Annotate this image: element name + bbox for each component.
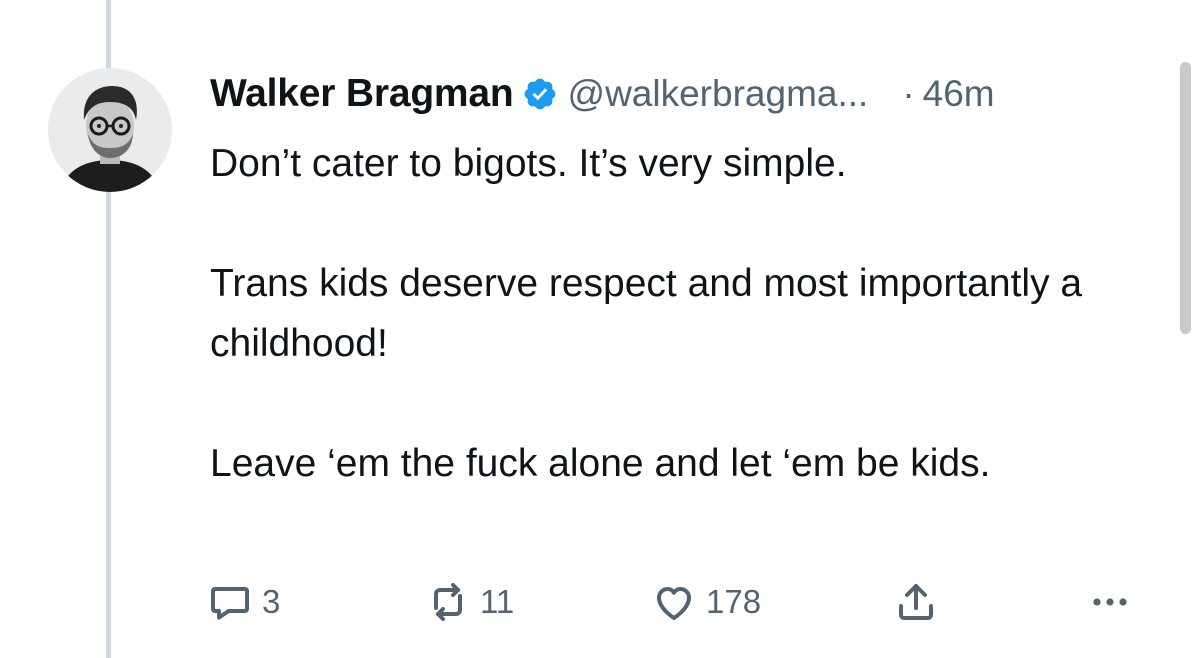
tweet-page: Walker Bragman @walkerbragma... · 46m Do… (0, 0, 1200, 658)
tweet-paragraph: Don’t cater to bigots. It’s very simple. (210, 142, 847, 185)
tweet-paragraph: Leave ‘em the fuck alone and let ‘em be … (210, 442, 991, 485)
header-separator: · (902, 73, 915, 114)
more-options-button[interactable] (1086, 578, 1134, 626)
comment-bubble-icon (211, 587, 249, 620)
tweet-actions-bar: 3 11 178 (206, 578, 1146, 626)
share-button[interactable] (892, 578, 940, 626)
retweet-arrows-icon (434, 583, 462, 621)
tweet-body: Don’t cater to bigots. It’s very simple.… (210, 134, 1130, 494)
like-button[interactable]: 178 (650, 578, 761, 626)
heart-icon (657, 587, 691, 620)
reply-count: 3 (262, 583, 281, 620)
author-display-name[interactable]: Walker Bragman (210, 72, 514, 116)
avatar[interactable] (48, 68, 172, 192)
reply-button[interactable]: 3 (206, 578, 280, 626)
avatar-portrait-image (48, 68, 172, 192)
like-count: 178 (706, 583, 762, 620)
tweet-header: Walker Bragman @walkerbragma... · 46m (210, 66, 1152, 122)
tweet-timestamp[interactable]: 46m (923, 73, 995, 115)
scrollbar-thumb[interactable] (1180, 62, 1191, 334)
retweet-count: 11 (480, 583, 515, 620)
tweet-paragraph: Trans kids deserve respect and most impo… (210, 262, 1083, 365)
author-handle[interactable]: @walkerbragma... (568, 73, 869, 115)
more-dots-icon (1093, 598, 1127, 606)
verified-badge-icon (524, 78, 555, 110)
retweet-button[interactable]: 11 (424, 578, 514, 626)
share-upload-icon (899, 584, 933, 620)
